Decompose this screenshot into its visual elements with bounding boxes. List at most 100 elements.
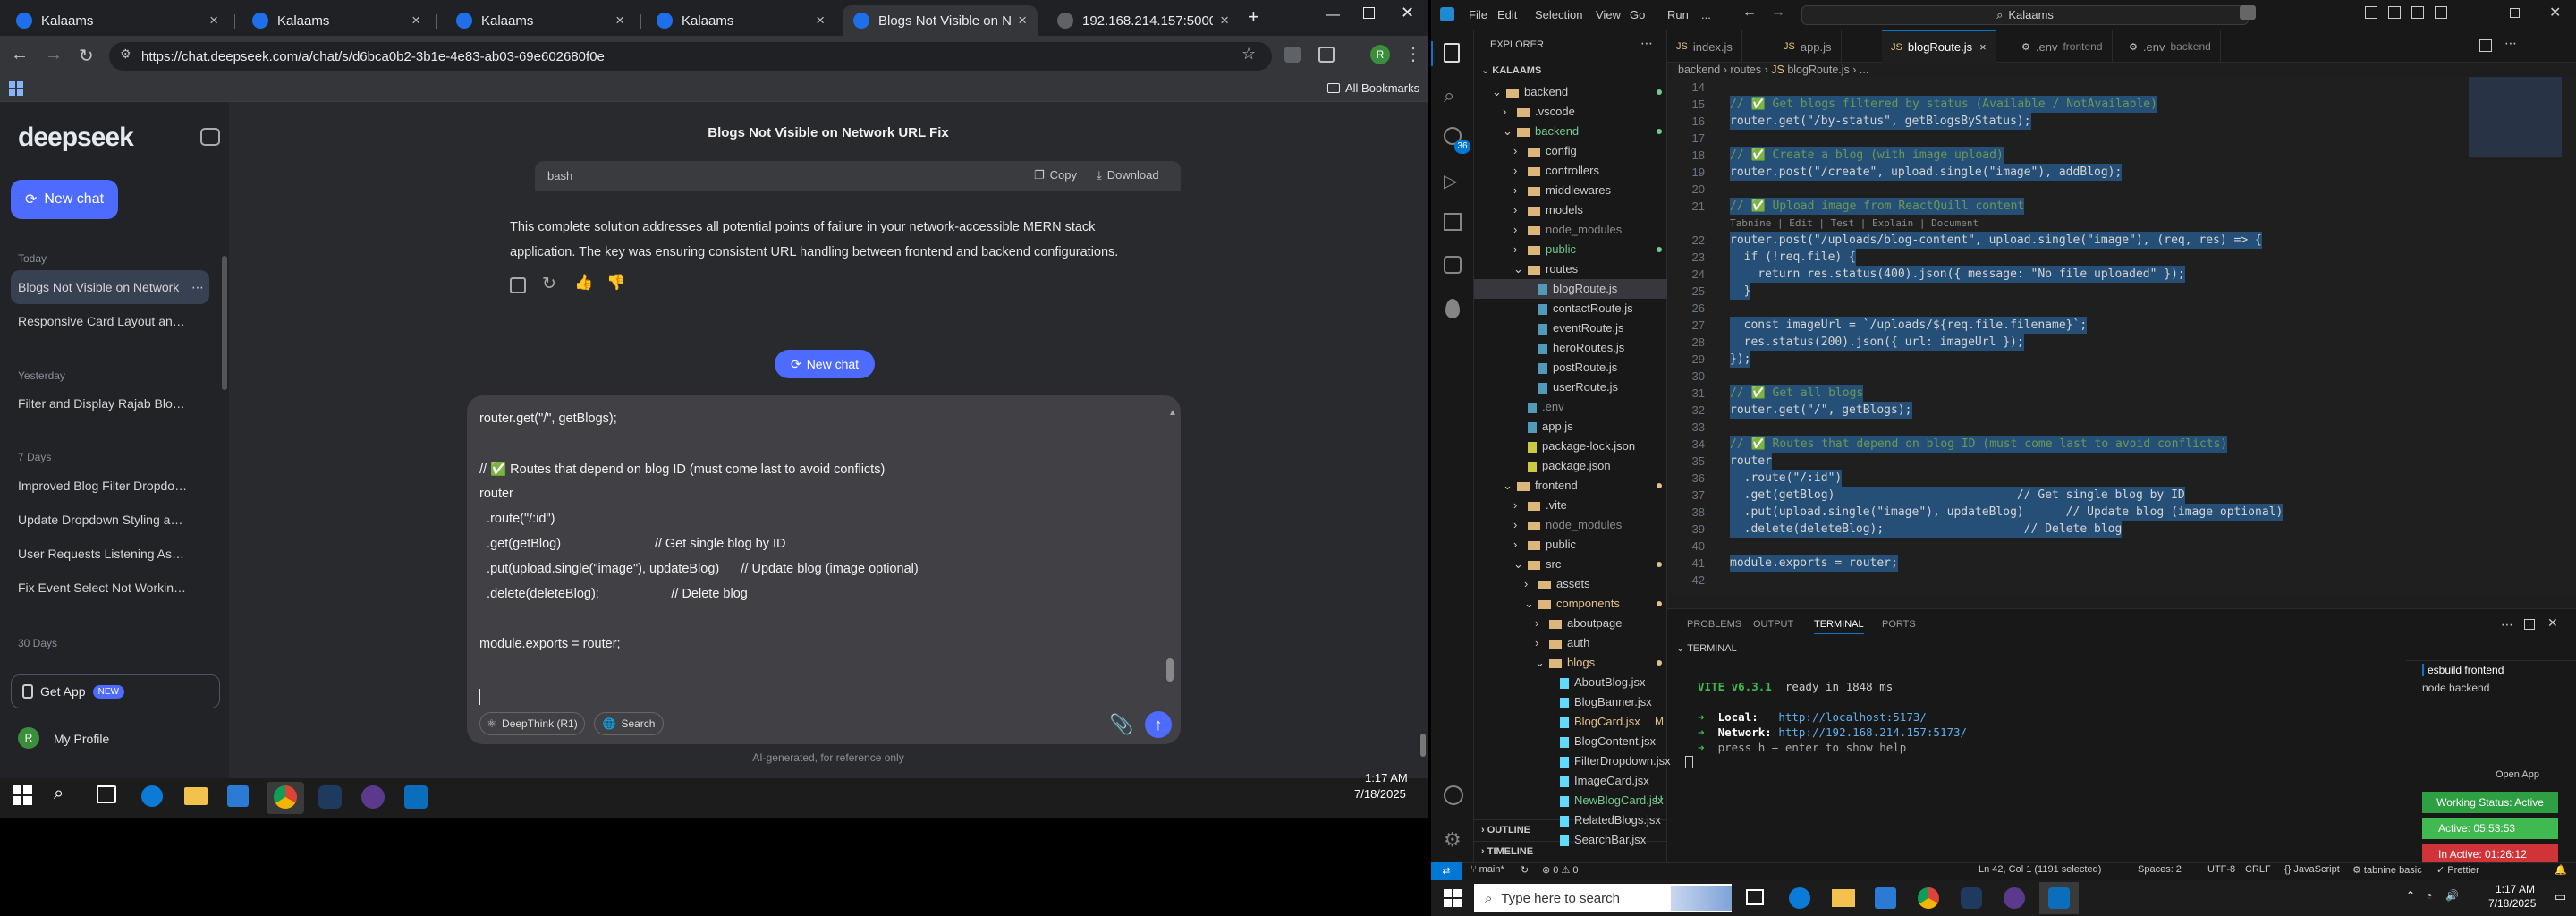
avatar[interactable]: R	[18, 727, 39, 749]
menu-item[interactable]: Run	[1667, 8, 1689, 21]
thumbs-down-icon[interactable]: 👎	[606, 274, 625, 292]
chrome-icon[interactable]	[1918, 887, 1939, 909]
task-view-icon[interactable]	[1746, 889, 1764, 905]
workspace-title[interactable]: ⌄ KALAAMS	[1481, 64, 1541, 76]
file-item[interactable]: FilterDropdown.jsx	[1546, 751, 1671, 771]
deepthink-toggle[interactable]: ⚛ DeepThink (R1)	[479, 712, 585, 735]
panel-more-icon[interactable]: ⋯	[2501, 617, 2513, 632]
chat-options-icon[interactable]: ⋯	[191, 280, 204, 295]
maximize-icon[interactable]	[2510, 8, 2520, 18]
folder-item[interactable]: ⌄ src	[1513, 555, 1561, 574]
layout-sidebar-icon[interactable]	[2365, 6, 2377, 19]
apps-grid-icon[interactable]	[9, 81, 23, 96]
folder-item[interactable]: › assets	[1524, 574, 1590, 594]
extension-icon[interactable]	[1284, 47, 1301, 63]
file-item[interactable]: NewBlogCard.jsx	[1546, 791, 1664, 810]
customize-layout-icon[interactable]	[2435, 6, 2447, 19]
nav-forward-icon[interactable]: →	[1771, 4, 1785, 21]
copy-message-icon[interactable]	[510, 277, 526, 293]
chat-history-item[interactable]: Update Dropdown Styling and B	[11, 503, 209, 537]
remote-explorer-icon[interactable]	[1444, 256, 1462, 274]
new-chat-button[interactable]: ⟳ New chat	[11, 180, 118, 219]
manage-gear-icon[interactable]: ⚙	[1444, 828, 1462, 852]
git-branch[interactable]: ⑂ main*	[1470, 864, 1504, 875]
cursor-position[interactable]: Ln 42, Col 1 (1191 selected)	[1979, 864, 2101, 875]
minimap[interactable]	[2469, 77, 2562, 157]
file-item[interactable]: package.json	[1513, 456, 1611, 476]
sync-icon[interactable]: ↻	[1521, 864, 1529, 876]
file-item[interactable]: ImageCard.jsx	[1546, 771, 1649, 791]
bookmark-star-icon[interactable]: ☆	[1241, 45, 1256, 64]
editor-tab[interactable]: JS blogRoute.js ×	[1882, 30, 1996, 63]
menu-item[interactable]: ...	[1701, 8, 1711, 21]
chat-history-item[interactable]: Fix Event Select Not Working in	[11, 571, 209, 605]
volume-icon[interactable]: 🔊	[2445, 889, 2459, 902]
search-toggle[interactable]: 🌐 Search	[594, 712, 664, 735]
folder-item[interactable]: › public	[1513, 240, 1576, 259]
extensions-icon[interactable]	[1444, 213, 1462, 231]
vscode-icon[interactable]	[2048, 887, 2070, 909]
chat-history-item[interactable]: Blogs Not Visible on Network ⋯	[11, 270, 209, 304]
layout-panel-icon[interactable]	[2388, 6, 2401, 19]
nav-back-icon[interactable]: ←	[1742, 4, 1757, 21]
file-item[interactable]: RelatedBlogs.jsx	[1546, 810, 1661, 830]
folder-item[interactable]: › .vite	[1513, 496, 1567, 515]
menu-item[interactable]: Go	[1630, 8, 1645, 21]
layout-aux-icon[interactable]	[2411, 6, 2424, 19]
line-ending[interactable]: CRLF	[2245, 864, 2271, 875]
folder-item[interactable]: › middlewares	[1513, 181, 1611, 200]
edge-icon[interactable]	[141, 785, 163, 807]
search-icon[interactable]: ⌕	[1444, 84, 1454, 107]
editor-tab[interactable]: ⚙ .env frontend	[2012, 30, 2113, 63]
command-center[interactable]: ⌕ Kalaams	[1801, 5, 2249, 25]
file-explorer-icon[interactable]	[184, 787, 208, 805]
chrome-icon[interactable]	[274, 785, 297, 809]
file-item[interactable]: app.js	[1513, 417, 1573, 437]
file-item[interactable]: postRoute.js	[1524, 358, 1617, 377]
file-item[interactable]: eventRoute.js	[1524, 318, 1624, 338]
github-desktop-icon[interactable]	[2004, 887, 2025, 909]
language-mode[interactable]: {} JavaScript	[2284, 864, 2340, 875]
explorer-more-icon[interactable]: ⋯	[1640, 36, 1653, 51]
system-tray-chevron-icon[interactable]: ⌃	[2406, 889, 2415, 902]
folder-item[interactable]: › .vscode	[1503, 102, 1575, 122]
menu-item[interactable]: File	[1469, 8, 1487, 21]
open-app-button[interactable]: Open App	[2496, 769, 2539, 780]
menu-item[interactable]: Edit	[1497, 8, 1517, 21]
get-app-button[interactable]: Get App NEW	[11, 674, 220, 708]
notification-icon[interactable]: ▭	[2555, 889, 2566, 904]
file-item[interactable]: contactRoute.js	[1524, 299, 1633, 318]
terminal-instance[interactable]: esbuild frontend	[2422, 664, 2504, 676]
browser-tab[interactable]: Kalaams ×	[5, 5, 229, 36]
tab-close-icon[interactable]: ×	[411, 12, 420, 30]
network-url[interactable]: http://192.168.214.157:5173/	[1778, 725, 1967, 739]
panel-tab[interactable]: TERMINAL	[1814, 619, 1864, 634]
chat-history-item[interactable]: Responsive Card Layout and Alig	[11, 304, 209, 338]
file-item[interactable]: .env	[1513, 397, 1564, 417]
local-url[interactable]: http://localhost:5173/	[1778, 710, 1927, 724]
close-icon[interactable]: ✕	[2549, 4, 2561, 21]
close-window-icon[interactable]: ✕	[1401, 4, 1414, 22]
folder-item[interactable]: › public	[1513, 535, 1576, 555]
split-editor-icon[interactable]	[2479, 39, 2492, 52]
folder-item[interactable]: › config	[1513, 141, 1577, 161]
file-item[interactable]: BlogContent.jsx	[1546, 732, 1656, 751]
explorer-icon[interactable]	[1444, 43, 1460, 63]
folder-item[interactable]: › node_modules	[1513, 515, 1622, 535]
folder-item[interactable]: › models	[1513, 200, 1583, 220]
browser-tab[interactable]: Kalaams ×	[445, 5, 635, 36]
github-desktop-icon[interactable]	[361, 785, 385, 809]
chat-history-item[interactable]: Filter and Display Rajab Blog Ima	[11, 386, 209, 420]
editor-more-icon[interactable]: ⋯	[2504, 36, 2517, 51]
store-icon[interactable]	[227, 785, 249, 807]
windows-start-icon[interactable]	[1444, 889, 1462, 907]
sidebar-scrollbar[interactable]	[222, 256, 227, 390]
folder-item[interactable]: › controllers	[1513, 161, 1599, 181]
edge-icon[interactable]	[1789, 887, 1810, 909]
minimize-icon[interactable]: —	[1326, 7, 1340, 23]
tab-close-icon[interactable]: ×	[1979, 40, 1987, 54]
tab-close-icon[interactable]: ×	[1220, 12, 1229, 30]
close-panel-icon[interactable]: ✕	[2547, 615, 2558, 631]
file-item[interactable]: BlogCard.jsx	[1546, 712, 1640, 732]
maximize-panel-icon[interactable]	[2524, 619, 2535, 630]
